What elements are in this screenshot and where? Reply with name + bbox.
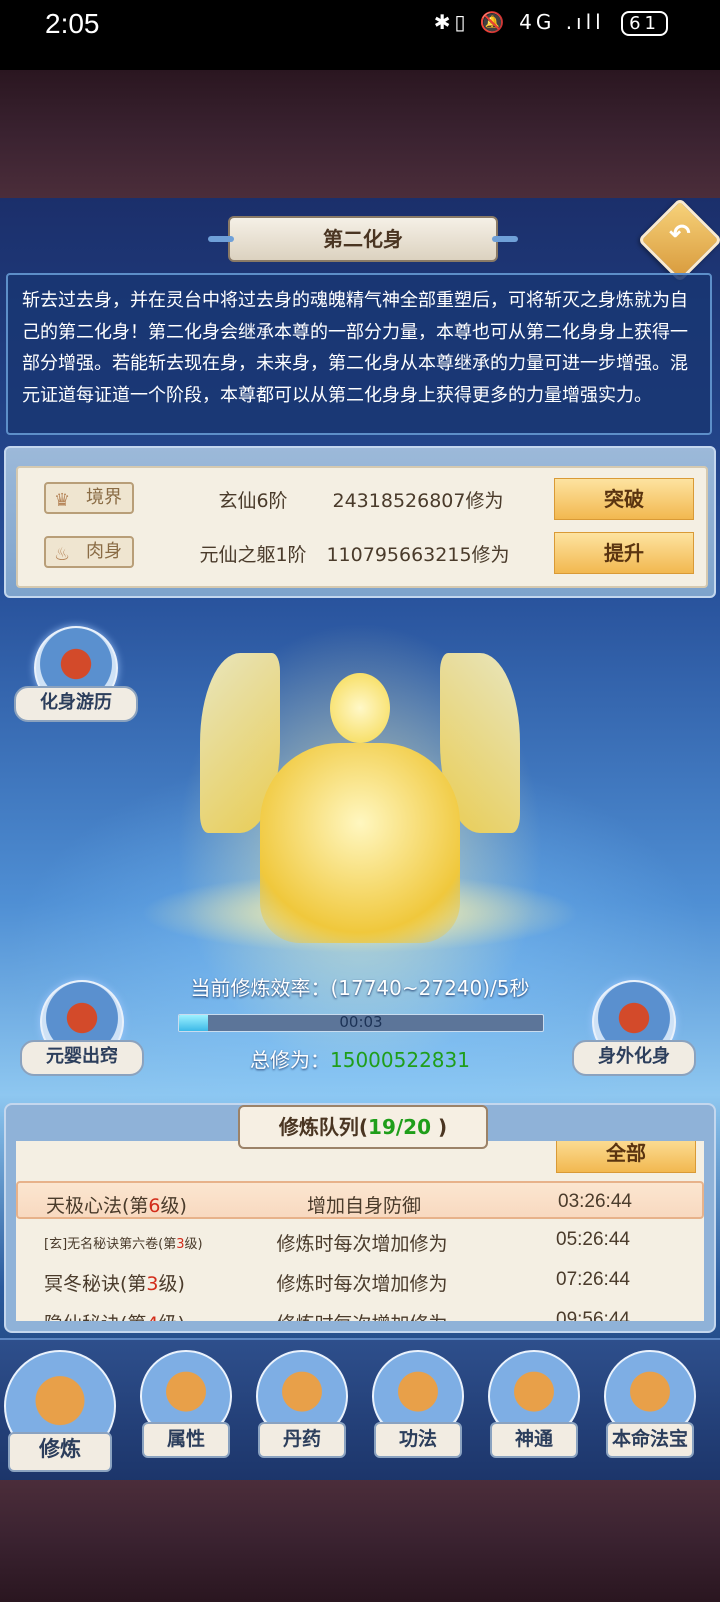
body-value: 110795663215修为 (326, 544, 510, 566)
queue-row-name: 冥冬秘诀(第3级) (44, 1273, 185, 1295)
cultivation-queue-panel: 全部 天极心法(第6级) 增加自身防御 03:26:44 [玄]无名秘诀第六卷(… (4, 1103, 716, 1333)
queue-row[interactable]: [玄]无名秘诀第六卷(第3级) 修炼时每次增加修为 05:26:44 (16, 1221, 704, 1259)
breakthrough-button[interactable]: 突破 (554, 478, 694, 520)
figure-head (330, 673, 390, 743)
queue-title: 修炼队列(19/20 ) (238, 1105, 488, 1149)
game-screen: 第二化身 ↶ 斩去过去身，并在灵台中将过去身的魂魄精气神全部重塑后，可将斩灭之身… (0, 198, 720, 1480)
queue-row-time: 03:26:44 (558, 1191, 632, 1212)
nav-techniques-label: 功法 (374, 1422, 462, 1458)
travel-button[interactable]: 化身游历 (14, 626, 138, 726)
stat-row-realm: ♛ 境界 玄仙6阶 24318526807修为 突破 (18, 476, 706, 522)
queue-row-time: 09:56:44 (556, 1309, 630, 1321)
cultivation-progress-bar: 00:03 (178, 1014, 544, 1032)
body-label: ♨ 肉身 (44, 536, 134, 568)
queue-row-name: 隐仙秘诀(第4级) (44, 1309, 185, 1321)
nav-cultivate-label: 修炼 (8, 1432, 112, 1472)
stats-panel: ♛ 境界 玄仙6阶 24318526807修为 突破 ♨ 肉身 元仙之躯1阶 1… (4, 446, 716, 598)
status-time: 2:05 (45, 8, 100, 39)
nav-attributes-label: 属性 (142, 1422, 230, 1458)
nav-cultivate[interactable]: 修炼 (4, 1350, 116, 1472)
nav-treasure[interactable]: 本命法宝 (598, 1350, 698, 1470)
status-icon-group: ✱▯ 🔕 4G .ıll (433, 10, 605, 34)
flame-icon: ♨ (54, 544, 71, 565)
travel-label: 化身游历 (14, 686, 138, 722)
battery-icon: 61 (621, 11, 668, 36)
panel-title: 第二化身 (208, 216, 518, 262)
back-arrow-icon: ↶ (669, 219, 691, 250)
body-label-text: 肉身 (86, 541, 122, 562)
queue-row-name: 天极心法(第6级) (46, 1195, 187, 1217)
stat-row-body: ♨ 肉身 元仙之躯1阶 110795663215修为 提升 (18, 530, 706, 576)
realm-label-text: 境界 (86, 487, 122, 508)
all-button[interactable]: 全部 (556, 1141, 696, 1173)
nav-treasure-label: 本命法宝 (606, 1422, 694, 1458)
stats-inner: ♛ 境界 玄仙6阶 24318526807修为 突破 ♨ 肉身 元仙之躯1阶 1… (16, 466, 708, 588)
queue-list[interactable]: 全部 天极心法(第6级) 增加自身防御 03:26:44 [玄]无名秘诀第六卷(… (16, 1141, 704, 1321)
realm-label: ♛ 境界 (44, 482, 134, 514)
queue-row[interactable]: 天极心法(第6级) 增加自身防御 03:26:44 (16, 1181, 704, 1219)
nav-abilities-label: 神通 (490, 1422, 578, 1458)
golden-avatar-figure (140, 653, 580, 983)
total-cultivation: 总修为：15000522831 (0, 1044, 720, 1073)
top-frame-band (0, 70, 720, 198)
queue-row[interactable]: 冥冬秘诀(第3级) 修炼时每次增加修为 07:26:44 (16, 1261, 704, 1299)
queue-row-time: 05:26:44 (556, 1229, 630, 1250)
nav-pills-label: 丹药 (258, 1422, 346, 1458)
queue-row-name: [玄]无名秘诀第六卷(第3级) (44, 1237, 203, 1252)
nav-abilities[interactable]: 神通 (482, 1350, 582, 1470)
status-bar: 2:05 ✱▯ 🔕 4G .ıll 61 (0, 0, 720, 70)
description-text: 斩去过去身，并在灵台中将过去身的魂魄精气神全部重塑后，可将斩灭之身炼就为自己的第… (6, 273, 712, 435)
queue-row-desc: 增加自身防御 (306, 1195, 421, 1217)
crown-icon: ♛ (54, 490, 71, 511)
back-button[interactable]: ↶ (637, 198, 720, 283)
progress-time: 00:03 (339, 1014, 383, 1031)
figure-body (260, 743, 460, 943)
queue-row-desc: 修炼时每次增加修为 (252, 1309, 472, 1321)
queue-row-desc: 修炼时每次增加修为 (276, 1233, 448, 1255)
total-value: 15000522831 (330, 1048, 470, 1072)
cultivation-rate: 当前修炼效率：(17740~27240)/5秒 (190, 976, 530, 1000)
bottom-frame-band (0, 1480, 720, 1602)
realm-value: 24318526807修为 (332, 490, 504, 512)
queue-row-time: 07:26:44 (556, 1269, 630, 1290)
bottom-nav: 修炼 属性 丹药 功法 神通 本命法宝 (0, 1338, 720, 1480)
queue-row-desc: 修炼时每次增加修为 (276, 1273, 448, 1295)
nav-attributes[interactable]: 属性 (134, 1350, 234, 1470)
queue-row[interactable]: 隐仙秘诀(第4级) 修炼时每次增加修为 09:56:44 (16, 1301, 704, 1321)
nav-pills[interactable]: 丹药 (250, 1350, 350, 1470)
status-icons: ✱▯ 🔕 4G .ıll 61 (434, 10, 668, 36)
upgrade-button[interactable]: 提升 (554, 532, 694, 574)
nav-techniques[interactable]: 功法 (366, 1350, 466, 1470)
total-label: 总修为： (250, 1048, 330, 1072)
